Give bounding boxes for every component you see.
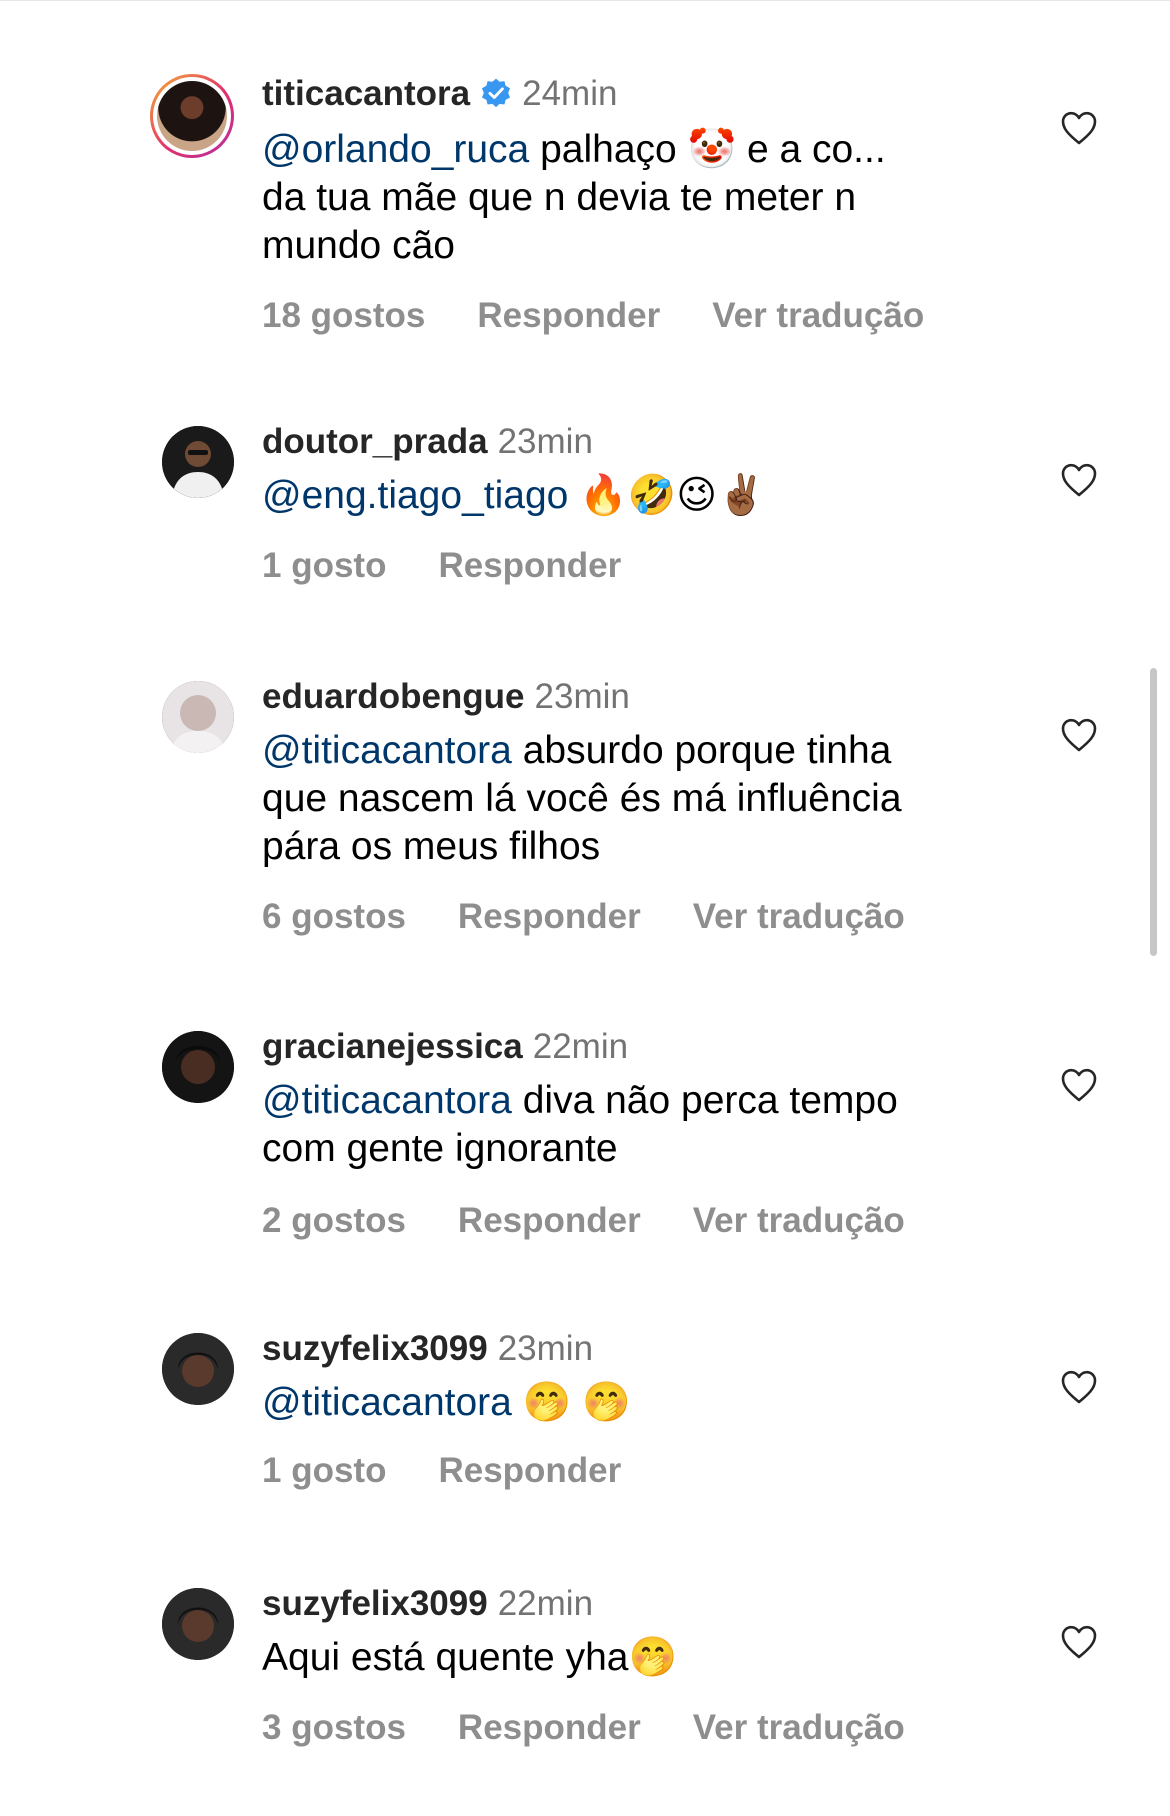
comment-line: 🤭 🤭 — [522, 1381, 631, 1424]
heart-outline-icon[interactable] — [1060, 110, 1098, 146]
avatar[interactable] — [162, 1588, 234, 1660]
comment-actions: 3 gostos Responder Ver tradução — [262, 1706, 957, 1750]
avatar[interactable] — [162, 1031, 234, 1103]
username[interactable]: gracianejessica — [262, 1027, 523, 1066]
heart-outline-icon[interactable] — [1060, 1624, 1098, 1660]
comment-header: suzyfelix3099 23min — [262, 1327, 593, 1371]
comment-time: 23min — [534, 677, 630, 716]
reply-button[interactable]: Responder — [458, 1201, 641, 1240]
reply-button[interactable]: Responder — [438, 1451, 621, 1490]
comment-text: @titicacantora diva não perca tempo com … — [262, 1077, 1002, 1173]
scrollbar[interactable] — [1150, 668, 1157, 956]
avatar[interactable] — [162, 426, 234, 498]
comment-line: com gente ignorante — [262, 1127, 618, 1170]
likes-count[interactable]: 2 gostos — [262, 1201, 406, 1240]
avatar[interactable] — [150, 74, 234, 158]
verified-badge-icon — [482, 78, 511, 108]
comment-actions: 1 gosto Responder — [262, 544, 673, 588]
comment-text: @titicacantora 🤭 🤭 — [262, 1379, 1002, 1427]
comment-item: suzyfelix3099 22min Aqui está quente yha🤭… — [0, 1582, 1170, 1782]
comment-item: doutor_prada 23min @eng.tiago_tiago 🔥🤣😉✌🏾… — [0, 420, 1170, 600]
translate-button[interactable]: Ver tradução — [693, 897, 905, 936]
comment-header: doutor_prada 23min — [262, 420, 593, 464]
avatar[interactable] — [162, 681, 234, 753]
comment-header: titicacantora 24min — [262, 72, 617, 116]
comment-actions: 1 gosto Responder — [262, 1449, 673, 1493]
comment-line: absurdo porque tinha — [522, 729, 892, 772]
heart-outline-icon[interactable] — [1060, 462, 1098, 498]
heart-outline-icon[interactable] — [1060, 717, 1098, 753]
comment-line: 🔥🤣😉✌🏾 — [579, 474, 766, 517]
comment-text: @eng.tiago_tiago 🔥🤣😉✌🏾 — [262, 472, 1002, 520]
username[interactable]: titicacantora — [262, 74, 470, 113]
reply-button[interactable]: Responder — [438, 546, 621, 585]
comment-time: 22min — [532, 1027, 629, 1066]
comment-item: eduardobengue 23min @titicacantora absurd… — [0, 675, 1170, 955]
comment-text: Aqui está quente yha🤭 — [262, 1634, 1002, 1682]
comment-item: titicacantora 24min @orlando_ruca palhaço… — [0, 70, 1170, 370]
comment-header: eduardobengue 23min — [262, 675, 630, 719]
comment-item: suzyfelix3099 23min @titicacantora 🤭 🤭 1 … — [0, 1327, 1170, 1507]
comment-line: da tua mãe que n devia te meter n — [262, 176, 857, 219]
comment-line: diva não perca tempo — [522, 1079, 898, 1122]
username[interactable]: doutor_prada — [262, 422, 488, 461]
likes-count[interactable]: 1 gosto — [262, 546, 386, 585]
comment-line: que nascem lá você és má influência — [262, 777, 902, 820]
comment-actions: 6 gostos Responder Ver tradução — [262, 895, 957, 939]
likes-count[interactable]: 3 gostos — [262, 1708, 406, 1747]
top-divider — [0, 0, 1170, 1]
likes-count[interactable]: 6 gostos — [262, 897, 406, 936]
likes-count[interactable]: 18 gostos — [262, 296, 425, 335]
comment-text: @titicacantora absurdo porque tinha que … — [262, 727, 1002, 871]
username[interactable]: suzyfelix3099 — [262, 1584, 488, 1623]
mention-link[interactable]: @titicacantora — [262, 1381, 512, 1424]
comment-time: 24min — [522, 74, 618, 113]
translate-button[interactable]: Ver tradução — [693, 1708, 905, 1747]
likes-count[interactable]: 1 gosto — [262, 1451, 386, 1490]
translate-button[interactable]: Ver tradução — [712, 296, 924, 335]
comment-actions: 18 gostos Responder Ver tradução — [262, 294, 976, 338]
reply-button[interactable]: Responder — [458, 897, 641, 936]
comment-text: @orlando_ruca palhaço 🤡 e a co... da tua… — [262, 126, 1002, 270]
mention-link[interactable]: @orlando_ruca — [262, 128, 529, 171]
heart-outline-icon[interactable] — [1060, 1369, 1098, 1405]
mention-link[interactable]: @titicacantora — [262, 1079, 512, 1122]
comment-actions: 2 gostos Responder Ver tradução — [262, 1199, 957, 1243]
comment-line: Aqui está quente yha🤭 — [262, 1636, 678, 1679]
comment-line: palhaço 🤡 e a co... — [540, 128, 886, 171]
reply-button[interactable]: Responder — [458, 1708, 641, 1747]
comment-line: pára os meus filhos — [262, 825, 601, 868]
reply-button[interactable]: Responder — [477, 296, 660, 335]
heart-outline-icon[interactable] — [1060, 1067, 1098, 1103]
comment-item: gracianejessica 22min @titicacantora diva… — [0, 1025, 1170, 1255]
avatar[interactable] — [162, 1333, 234, 1405]
comment-time: 23min — [497, 1329, 594, 1368]
comment-line: mundo cão — [262, 224, 455, 267]
mention-link[interactable]: @eng.tiago_tiago — [262, 474, 568, 517]
username[interactable]: suzyfelix3099 — [262, 1329, 488, 1368]
comment-header: gracianejessica 22min — [262, 1025, 628, 1069]
translate-button[interactable]: Ver tradução — [693, 1201, 905, 1240]
comment-time: 22min — [497, 1584, 594, 1623]
mention-link[interactable]: @titicacantora — [262, 729, 512, 772]
comment-time: 23min — [497, 422, 593, 461]
username[interactable]: eduardobengue — [262, 677, 525, 716]
comment-header: suzyfelix3099 22min — [262, 1582, 593, 1626]
